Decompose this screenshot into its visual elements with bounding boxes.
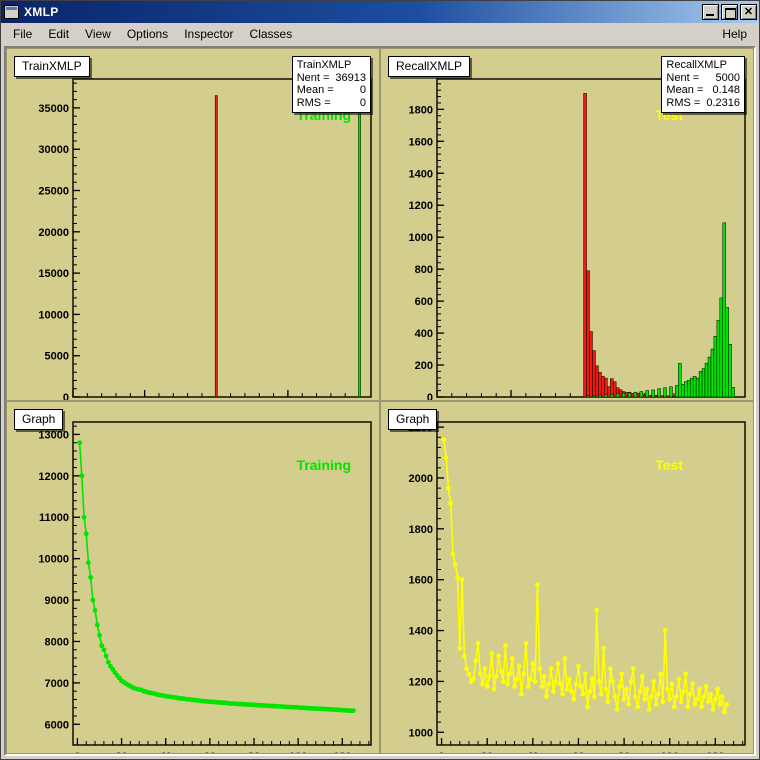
test-error-plot: 0204060801001201000120014001600180020002… (409, 421, 746, 754)
menu-options[interactable]: Options (119, 25, 176, 43)
stats-box-train: TrainXMLP Nent = 36913 Mean = 0 RMS = 0 (291, 56, 371, 113)
svg-text:60: 60 (204, 751, 216, 754)
svg-text:1600: 1600 (409, 575, 433, 587)
stats-value: 5000 (715, 71, 740, 84)
pad-recall-histogram[interactable]: RecallXMLP RecallXMLP Nent = 5000 Mean =… (380, 48, 754, 401)
minimize-button[interactable] (702, 4, 719, 20)
stats-row-mean: Mean = 0 (297, 84, 366, 97)
close-button[interactable]: ✕ (740, 4, 757, 20)
svg-text:120: 120 (706, 751, 724, 754)
stats-key: Mean = (666, 84, 704, 96)
svg-text:9000: 9000 (45, 595, 69, 607)
svg-text:1000: 1000 (409, 232, 433, 244)
svg-text:1200: 1200 (409, 676, 433, 688)
svg-text:40: 40 (527, 751, 539, 754)
menu-classes[interactable]: Classes (242, 25, 301, 43)
svg-text:20: 20 (481, 751, 493, 754)
root-canvas[interactable]: TrainXMLP TrainXMLP Nent = 36913 Mean = … (4, 46, 756, 756)
stats-key: RMS = (666, 96, 701, 109)
svg-text:13000: 13000 (38, 429, 69, 441)
watermark-test-graph: Test (655, 457, 683, 473)
svg-text:400: 400 (415, 328, 433, 340)
svg-text:12000: 12000 (38, 471, 69, 483)
menu-edit[interactable]: Edit (40, 25, 77, 43)
window-controls: ✕ (702, 4, 757, 20)
training-error-plot: 0 20 40 60 80 100 120 6000 7000 8000 9000 10000 1100… (38, 421, 372, 754)
svg-text:0: 0 (63, 392, 69, 401)
svg-text:120: 120 (333, 751, 351, 754)
svg-text:1000: 1000 (409, 727, 433, 739)
menu-view[interactable]: View (77, 25, 119, 43)
svg-text:8000: 8000 (45, 636, 69, 648)
svg-text:40: 40 (160, 751, 172, 754)
stats-key: Nent = (296, 71, 330, 84)
svg-text:0: 0 (439, 751, 445, 754)
svg-text:60: 60 (572, 751, 584, 754)
watermark-training-graph: Training (296, 457, 351, 473)
stats-title-train: TrainXMLP (296, 59, 352, 71)
stats-value: 36913 (335, 71, 366, 84)
svg-text:100: 100 (289, 751, 307, 754)
svg-text:600: 600 (415, 296, 433, 308)
svg-text:1400: 1400 (409, 168, 433, 180)
stats-value: 0 (359, 96, 366, 109)
svg-text:20: 20 (115, 751, 127, 754)
svg-text:2000: 2000 (409, 473, 433, 485)
svg-text:5000: 5000 (45, 351, 69, 363)
svg-text:25000: 25000 (38, 186, 69, 198)
svg-text:100: 100 (661, 751, 679, 754)
window-icon (4, 5, 19, 19)
pad-title-graph-train: Graph (14, 409, 64, 430)
stats-box-recall: RecallXMLP Nent = 5000 Mean = 0.148 RMS … (661, 56, 745, 113)
window-title: XMLP (24, 5, 59, 19)
stats-title-recall: RecallXMLP (666, 59, 727, 71)
menubar: File Edit View Options Inspector Classes… (1, 23, 759, 44)
stats-key: Nent = (666, 71, 700, 84)
svg-text:1800: 1800 (409, 524, 433, 536)
pad-training-graph[interactable]: Graph Training 0 20 40 60 80 100 120 6000 7000 80… (6, 401, 380, 754)
svg-text:0: 0 (74, 751, 80, 754)
pad-title-graph-test: Graph (388, 409, 438, 430)
pad-grid: TrainXMLP TrainXMLP Nent = 36913 Mean = … (6, 48, 754, 754)
svg-text:1400: 1400 (409, 626, 433, 638)
stats-row-rms: RMS = 0.2316 (666, 97, 740, 110)
stats-key: RMS = (296, 96, 331, 109)
svg-text:7000: 7000 (45, 678, 69, 690)
svg-text:80: 80 (618, 751, 630, 754)
svg-text:10000: 10000 (38, 309, 69, 321)
maximize-button[interactable] (721, 4, 738, 20)
svg-text:15000: 15000 (38, 268, 69, 280)
svg-text:10000: 10000 (38, 554, 69, 566)
xmlp-window: XMLP ✕ File Edit View Options Inspector … (0, 0, 760, 760)
stats-key: Mean = (296, 84, 334, 96)
titlebar: XMLP ✕ (1, 1, 759, 23)
stats-row-nent: Nent = 36913 (297, 72, 366, 85)
stats-row-nent: Nent = 5000 (666, 72, 740, 85)
svg-text:1600: 1600 (409, 136, 433, 148)
svg-text:11000: 11000 (39, 512, 69, 524)
stats-row-rms: RMS = 0 (297, 97, 366, 110)
stats-row-mean: Mean = 0.148 (666, 84, 740, 97)
menu-file[interactable]: File (5, 25, 40, 43)
svg-text:1200: 1200 (409, 200, 433, 212)
stats-value: 0.2316 (706, 96, 740, 109)
stats-value: 0.148 (712, 84, 740, 96)
svg-text:1800: 1800 (409, 104, 433, 116)
svg-text:80: 80 (248, 751, 260, 754)
stats-value: 0 (359, 84, 366, 96)
pad-title-recall: RecallXMLP (388, 56, 471, 77)
svg-text:0: 0 (427, 392, 433, 401)
menu-inspector[interactable]: Inspector (176, 25, 241, 43)
svg-text:6000: 6000 (45, 719, 69, 731)
pad-title-train: TrainXMLP (14, 56, 90, 77)
svg-text:30000: 30000 (38, 144, 69, 156)
menu-help[interactable]: Help (714, 25, 755, 43)
svg-text:200: 200 (415, 360, 433, 372)
pad-train-histogram[interactable]: TrainXMLP TrainXMLP Nent = 36913 Mean = … (6, 48, 380, 401)
pad-test-graph[interactable]: Graph Test 0 20 40 60 80 100 120 1000 1200 1400 16… (380, 401, 754, 754)
svg-text:20000: 20000 (38, 227, 69, 239)
svg-text:800: 800 (415, 264, 433, 276)
svg-text:35000: 35000 (38, 103, 69, 115)
